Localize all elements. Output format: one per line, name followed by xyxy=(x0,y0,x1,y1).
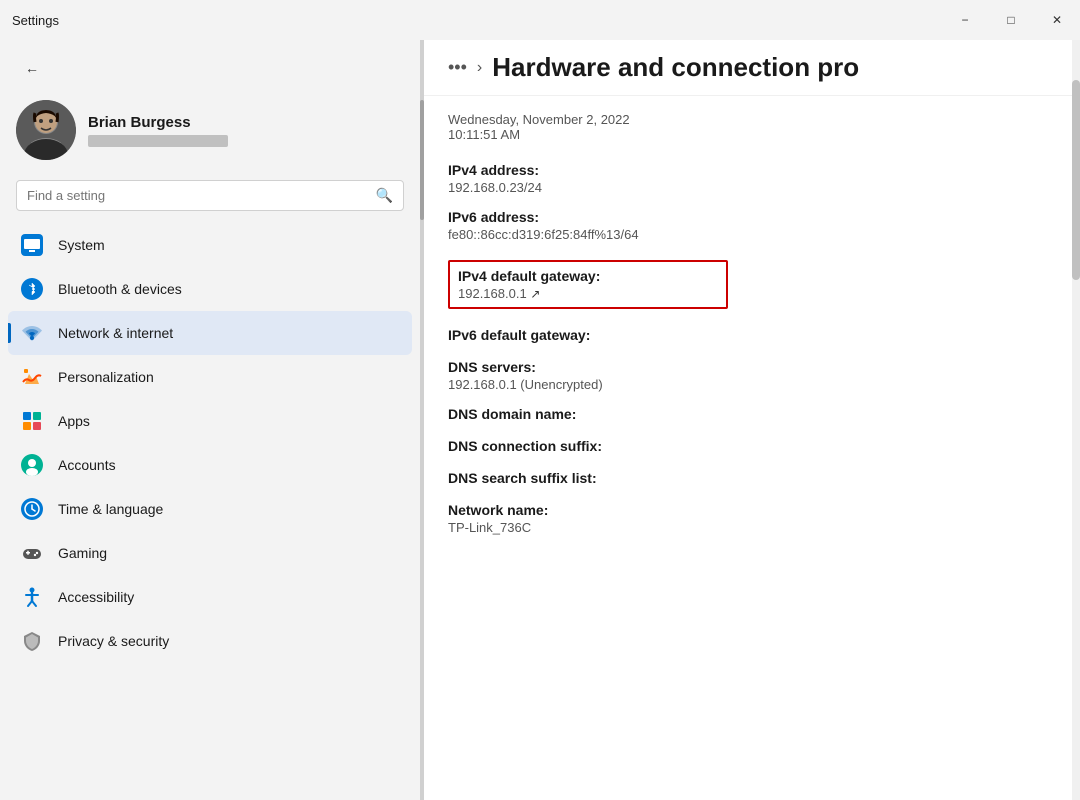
accounts-icon xyxy=(20,453,44,477)
privacy-icon xyxy=(20,629,44,653)
app-container: ← xyxy=(0,40,1080,800)
sidebar: ← xyxy=(0,40,420,800)
info-row-dns-suffix: DNS connection suffix: xyxy=(448,432,1048,462)
gaming-icon xyxy=(20,541,44,565)
ipv4-address-label: IPv4 address: xyxy=(448,162,1048,178)
search-box[interactable]: 🔍 xyxy=(16,180,404,211)
info-row-ipv4-gateway: IPv4 default gateway: 192.168.0.1 ↗ xyxy=(448,250,1048,319)
time-text: 10:11:51 AM xyxy=(448,127,1048,142)
close-button[interactable]: ✕ xyxy=(1034,0,1080,40)
info-row-ipv6-gateway: IPv6 default gateway: xyxy=(448,321,1048,351)
content-wrapper: ••• › Hardware and connection pro Wednes… xyxy=(424,40,1080,800)
sidebar-item-bluetooth-label: Bluetooth & devices xyxy=(58,281,182,297)
content-header: ••• › Hardware and connection pro xyxy=(424,40,1072,96)
dns-search-label: DNS search suffix list: xyxy=(448,470,1048,486)
network-icon xyxy=(20,321,44,345)
search-input[interactable] xyxy=(27,188,368,203)
sidebar-item-apps-label: Apps xyxy=(58,413,90,429)
sidebar-item-network[interactable]: Network & internet xyxy=(8,311,412,355)
ipv4-address-value: 192.168.0.23/24 xyxy=(448,180,1048,195)
user-email-bar xyxy=(88,135,228,147)
info-row-dns-search: DNS search suffix list: xyxy=(448,464,1048,494)
ipv4-gateway-label: IPv4 default gateway: xyxy=(458,268,718,284)
sidebar-item-gaming[interactable]: Gaming xyxy=(8,531,412,575)
breadcrumb-sep: › xyxy=(477,59,482,77)
search-icon: 🔍 xyxy=(376,187,393,204)
sidebar-item-accessibility[interactable]: Accessibility xyxy=(8,575,412,619)
titlebar-title: Settings xyxy=(12,13,59,28)
system-icon xyxy=(20,233,44,257)
date-text: Wednesday, November 2, 2022 xyxy=(448,112,1048,127)
accessibility-icon xyxy=(20,585,44,609)
content-scrollbar-thumb[interactable] xyxy=(1072,80,1080,280)
sidebar-item-system[interactable]: System xyxy=(8,223,412,267)
info-row-dns-domain: DNS domain name: xyxy=(448,400,1048,430)
sidebar-item-bluetooth[interactable]: Bluetooth & devices xyxy=(8,267,412,311)
personalization-icon xyxy=(20,365,44,389)
dns-domain-label: DNS domain name: xyxy=(448,406,1048,422)
user-name: Brian Burgess xyxy=(88,114,228,131)
ipv6-gateway-label: IPv6 default gateway: xyxy=(448,327,1048,343)
minimize-button[interactable]: − xyxy=(942,0,988,40)
page-title: Hardware and connection pro xyxy=(492,52,859,83)
sidebar-item-personalization[interactable]: Personalization xyxy=(8,355,412,399)
bluetooth-icon xyxy=(20,277,44,301)
sidebar-header: ← xyxy=(0,40,420,92)
content-area: ••• › Hardware and connection pro Wednes… xyxy=(424,40,1072,800)
user-profile: Brian Burgess xyxy=(0,92,420,176)
ipv4-gateway-highlight-box: IPv4 default gateway: 192.168.0.1 ↗ xyxy=(448,260,728,309)
content-body: Wednesday, November 2, 2022 10:11:51 AM … xyxy=(424,96,1072,800)
sidebar-item-gaming-label: Gaming xyxy=(58,545,107,561)
sidebar-scrollbar-thumb[interactable] xyxy=(420,100,424,220)
time-icon xyxy=(20,497,44,521)
ipv4-gateway-value: 192.168.0.1 ↗ xyxy=(458,286,718,301)
dns-servers-label: DNS servers: xyxy=(448,359,1048,375)
avatar xyxy=(16,100,76,160)
info-section: Wednesday, November 2, 2022 10:11:51 AM … xyxy=(448,112,1048,541)
network-name-value: TP-Link_736C xyxy=(448,520,1048,535)
sidebar-item-accounts[interactable]: Accounts xyxy=(8,443,412,487)
titlebar: Settings − □ ✕ xyxy=(0,0,1080,40)
sidebar-item-time-label: Time & language xyxy=(58,501,163,517)
content-scrollbar xyxy=(1072,40,1080,800)
ipv6-address-value: fe80::86cc:d319:6f25:84ff%13/64 xyxy=(448,227,1048,242)
sidebar-scrollbar xyxy=(420,40,424,800)
network-name-label: Network name: xyxy=(448,502,1048,518)
apps-icon xyxy=(20,409,44,433)
maximize-button[interactable]: □ xyxy=(988,0,1034,40)
sidebar-item-accounts-label: Accounts xyxy=(58,457,116,473)
back-icon: ← xyxy=(25,60,39,76)
sidebar-item-network-label: Network & internet xyxy=(58,325,173,341)
datetime-display: Wednesday, November 2, 2022 10:11:51 AM xyxy=(448,112,1048,142)
sidebar-item-personalization-label: Personalization xyxy=(58,369,154,385)
breadcrumb-dots[interactable]: ••• xyxy=(448,57,467,78)
sidebar-item-system-label: System xyxy=(58,237,105,253)
back-button[interactable]: ← xyxy=(16,52,48,84)
ipv6-address-label: IPv6 address: xyxy=(448,209,1048,225)
user-info: Brian Burgess xyxy=(88,114,228,147)
info-row-dns-servers: DNS servers: 192.168.0.1 (Unencrypted) xyxy=(448,353,1048,398)
titlebar-controls: − □ ✕ xyxy=(942,0,1080,40)
sidebar-item-apps[interactable]: Apps xyxy=(8,399,412,443)
nav-list: System Bluetooth & devices xyxy=(0,223,420,663)
avatar-image xyxy=(16,100,76,160)
cursor-icon: ↗ xyxy=(530,287,540,301)
dns-servers-value: 192.168.0.1 (Unencrypted) xyxy=(448,377,1048,392)
titlebar-left: Settings xyxy=(12,13,59,28)
sidebar-item-accessibility-label: Accessibility xyxy=(58,589,134,605)
dns-suffix-label: DNS connection suffix: xyxy=(448,438,1048,454)
ipv4-gateway-value-text: 192.168.0.1 xyxy=(458,286,527,301)
sidebar-item-time[interactable]: Time & language xyxy=(8,487,412,531)
info-row-ipv4-address: IPv4 address: 192.168.0.23/24 xyxy=(448,156,1048,201)
info-row-ipv6-address: IPv6 address: fe80::86cc:d319:6f25:84ff%… xyxy=(448,203,1048,248)
sidebar-item-privacy[interactable]: Privacy & security xyxy=(8,619,412,663)
sidebar-item-privacy-label: Privacy & security xyxy=(58,633,169,649)
info-row-network-name: Network name: TP-Link_736C xyxy=(448,496,1048,541)
